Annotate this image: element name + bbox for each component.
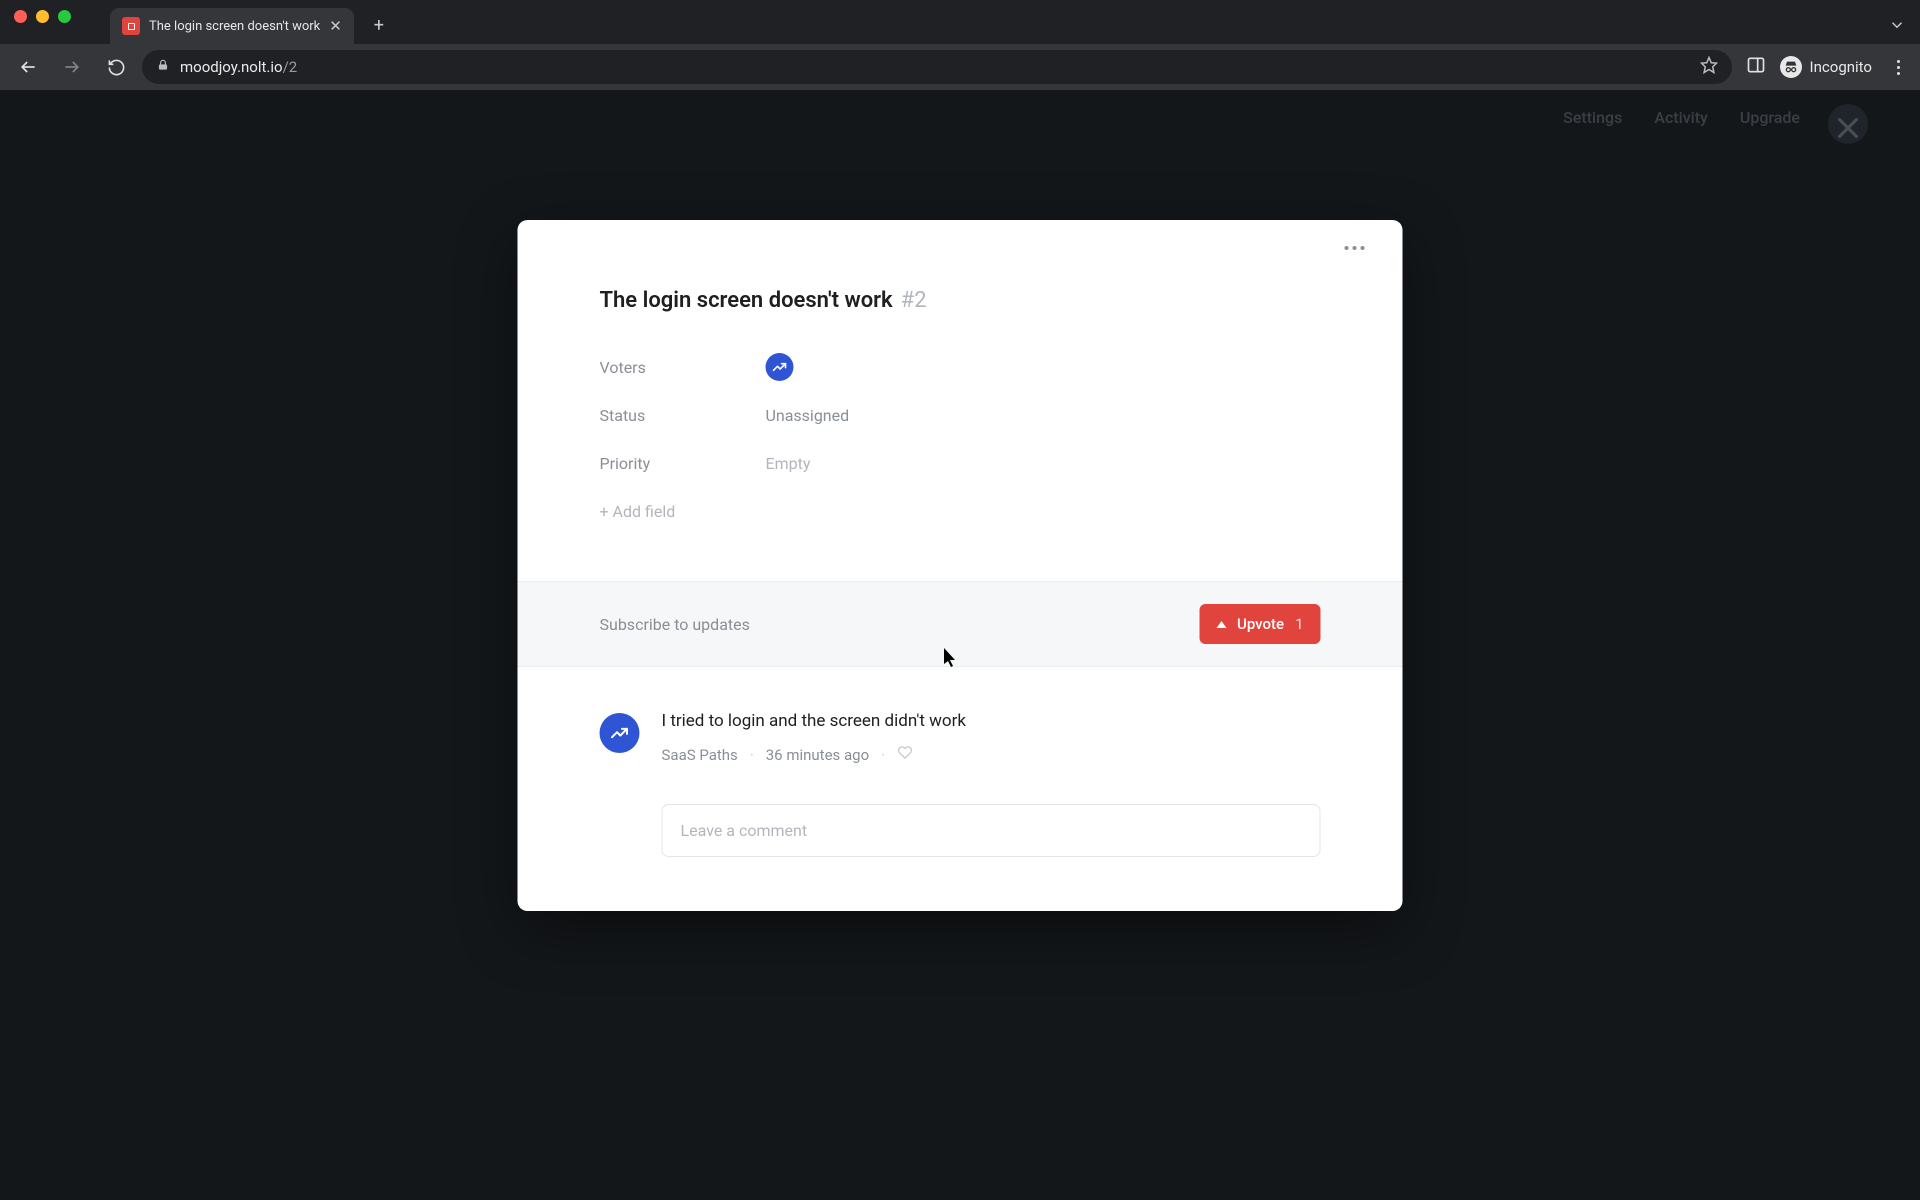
meta-separator: · (750, 746, 754, 764)
comment-text: I tried to login and the screen didn't w… (662, 711, 1321, 731)
issue-more-menu-icon[interactable] (1341, 242, 1369, 254)
issue-title-row: The login screen doesn't work #2 (600, 288, 1321, 313)
voters-label: Voters (600, 358, 766, 377)
comment-time: 36 minutes ago (766, 746, 869, 764)
field-voters: Voters (600, 343, 1321, 391)
new-tab-button[interactable]: + (364, 10, 394, 40)
comment-author[interactable]: SaaS Paths (662, 746, 738, 764)
nav-settings[interactable]: Settings (1563, 108, 1622, 127)
add-field-row[interactable]: + Add field (600, 487, 1321, 535)
voter-avatar[interactable] (766, 353, 794, 381)
upvote-count: 1 (1295, 615, 1303, 633)
status-label: Status (600, 406, 766, 425)
back-button[interactable] (10, 49, 46, 85)
address-bar[interactable]: moodjoy.nolt.io/2 (142, 50, 1732, 84)
nav-upgrade[interactable]: Upgrade (1740, 108, 1800, 127)
incognito-indicator[interactable]: Incognito (1780, 56, 1872, 78)
panel-icon[interactable] (1746, 55, 1766, 79)
status-value: Unassigned (766, 406, 850, 425)
bookmark-star-icon[interactable] (1700, 56, 1718, 78)
upvote-button[interactable]: Upvote 1 (1199, 604, 1320, 644)
incognito-label: Incognito (1810, 58, 1872, 76)
add-field-button[interactable]: + Add field (600, 502, 676, 521)
priority-label: Priority (600, 454, 766, 473)
tab-favicon (122, 17, 140, 35)
browser-tab[interactable]: The login screen doesn't work ✕ (110, 8, 354, 44)
comment-input[interactable] (662, 804, 1321, 857)
address-path: /2 (283, 58, 298, 76)
window-minimize-dot[interactable] (36, 10, 49, 23)
browser-toolbar: moodjoy.nolt.io/2 Incognito (0, 44, 1920, 90)
window-close-dot[interactable] (14, 10, 27, 23)
issue-modal: The login screen doesn't work #2 Voters … (518, 220, 1403, 911)
modal-close-icon[interactable] (1832, 112, 1864, 144)
comment-meta: SaaS Paths · 36 minutes ago · (662, 745, 1321, 764)
lock-icon (156, 58, 170, 76)
field-status[interactable]: Status Unassigned (600, 391, 1321, 439)
tab-close-icon[interactable]: ✕ (329, 17, 342, 35)
priority-value: Empty (766, 454, 811, 473)
window-maximize-dot[interactable] (58, 10, 71, 23)
page-top-nav: Settings Activity Upgrade (1563, 108, 1800, 127)
forward-button[interactable] (54, 49, 90, 85)
page-backdrop: Settings Activity Upgrade The login scre… (0, 90, 1920, 1200)
subscribe-link[interactable]: Subscribe to updates (600, 615, 750, 634)
window-traffic-lights (14, 10, 71, 23)
issue-id: #2 (901, 288, 927, 313)
address-host: moodjoy.nolt.io (180, 58, 283, 76)
field-priority[interactable]: Priority Empty (600, 439, 1321, 487)
nav-activity[interactable]: Activity (1654, 108, 1708, 127)
incognito-icon (1780, 56, 1802, 78)
browser-tab-strip: The login screen doesn't work ✕ + (0, 0, 1920, 44)
browser-menu-icon[interactable] (1886, 60, 1910, 75)
reload-button[interactable] (98, 49, 134, 85)
tab-overflow-icon[interactable] (1888, 16, 1906, 38)
subscribe-bar: Subscribe to updates Upvote 1 (518, 581, 1403, 667)
meta-separator: · (881, 746, 885, 764)
issue-title: The login screen doesn't work (600, 288, 893, 313)
comment-avatar[interactable] (600, 713, 640, 753)
tab-title: The login screen doesn't work (149, 19, 320, 34)
like-heart-icon[interactable] (897, 745, 912, 764)
upvote-arrow-icon (1216, 621, 1226, 628)
upvote-label: Upvote (1237, 615, 1284, 633)
comment: I tried to login and the screen didn't w… (600, 711, 1321, 764)
